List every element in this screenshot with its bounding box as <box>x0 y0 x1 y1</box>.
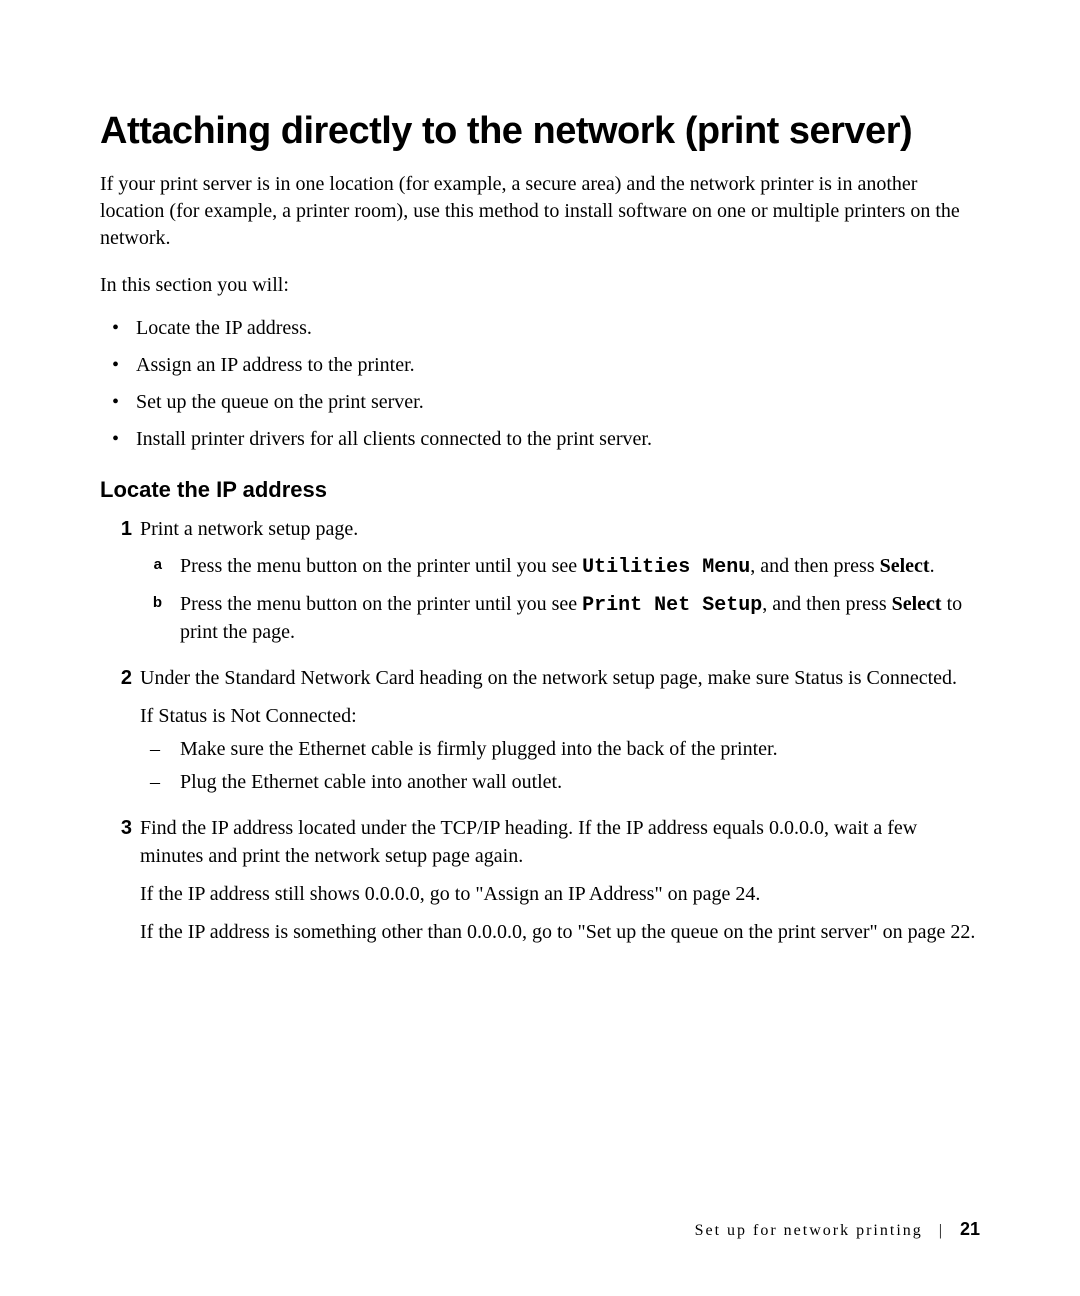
bullet-item: Set up the queue on the print server. <box>100 389 980 416</box>
ordered-steps: 1 Print a network setup page. a Press th… <box>100 515 980 946</box>
step-followup: If Status is Not Connected: <box>140 702 980 730</box>
step-text: Find the IP address located under the TC… <box>140 817 917 867</box>
step-followup: If the IP address still shows 0.0.0.0, g… <box>140 880 980 908</box>
footer-separator: | <box>939 1222 942 1239</box>
subsection-title: Locate the IP address <box>100 477 980 503</box>
code-text: Print Net Setup <box>582 594 762 617</box>
dash-list: Make sure the Ethernet cable is firmly p… <box>140 736 980 796</box>
substep-text-pre: Press the menu button on the printer unt… <box>180 555 582 577</box>
step-2: 2 Under the Standard Network Card headin… <box>100 664 980 796</box>
substep-b: b Press the menu button on the printer u… <box>140 591 980 646</box>
lead-sentence: In this section you will: <box>100 274 980 297</box>
substep-text-post: . <box>930 555 935 577</box>
substep-text-pre: Press the menu button on the printer unt… <box>180 593 582 615</box>
section-bullets: Locate the IP address. Assign an IP addr… <box>100 315 980 453</box>
step-3: 3 Find the IP address located under the … <box>100 814 980 946</box>
step-followup: If the IP address is something other tha… <box>140 918 980 946</box>
substep-marker: b <box>144 593 162 613</box>
page-title: Attaching directly to the network (print… <box>100 110 980 153</box>
substeps: a Press the menu button on the printer u… <box>140 553 980 646</box>
page-number: 21 <box>960 1219 980 1239</box>
step-text: Under the Standard Network Card heading … <box>140 667 957 689</box>
bullet-item: Install printer drivers for all clients … <box>100 426 980 453</box>
step-text: Print a network setup page. <box>140 518 358 540</box>
bullet-item: Locate the IP address. <box>100 315 980 342</box>
code-text: Utilities Menu <box>582 556 750 579</box>
bold-text: Select <box>880 555 930 577</box>
bold-text: Select <box>892 593 942 615</box>
page-footer: Set up for network printing | 21 <box>695 1219 980 1240</box>
dash-item: Make sure the Ethernet cable is firmly p… <box>140 736 980 763</box>
step-marker: 3 <box>108 814 132 842</box>
substep-a: a Press the menu button on the printer u… <box>140 553 980 581</box>
step-marker: 2 <box>108 664 132 692</box>
step-1: 1 Print a network setup page. a Press th… <box>100 515 980 646</box>
substep-marker: a <box>144 555 162 575</box>
substep-text-mid: , and then press <box>750 555 879 577</box>
document-page: Attaching directly to the network (print… <box>0 0 1080 1296</box>
dash-item: Plug the Ethernet cable into another wal… <box>140 769 980 796</box>
intro-paragraph: If your print server is in one location … <box>100 171 980 252</box>
bullet-item: Assign an IP address to the printer. <box>100 352 980 379</box>
step-marker: 1 <box>108 515 132 543</box>
substep-text-mid: , and then press <box>762 593 891 615</box>
footer-section: Set up for network printing <box>695 1222 923 1239</box>
